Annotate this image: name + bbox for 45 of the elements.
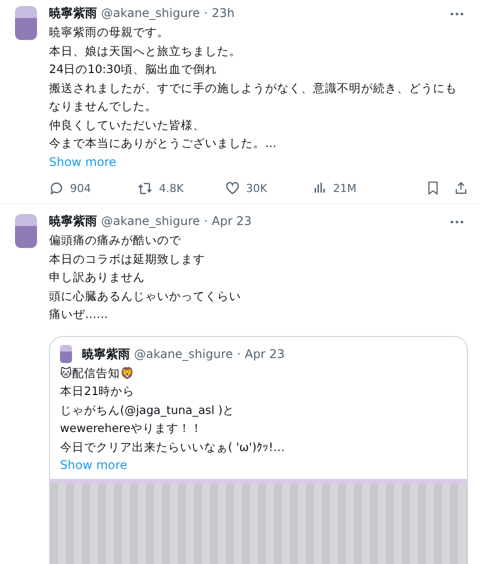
post-time[interactable]: Apr 23: [212, 212, 252, 231]
post-text-line: 24日の10:30頃、脳出血で倒れ: [49, 61, 218, 78]
post-time[interactable]: 23h: [212, 4, 235, 23]
user-name[interactable]: 暁寧紫雨: [82, 344, 130, 364]
post-text-line: 痛いぜ……: [49, 306, 109, 323]
bar-chart-icon[interactable]: [313, 181, 327, 195]
post-text-line: 本日21時から: [60, 383, 136, 400]
post-text-line: 今日でクリア出来たらいいなぁ( 'ω')ｸｯ!…: [60, 438, 286, 456]
separator-dot: ·: [204, 5, 208, 22]
user-name[interactable]: 暁寧紫雨: [49, 4, 97, 23]
retweet-icon[interactable]: [137, 180, 153, 196]
reply-icon[interactable]: [49, 180, 64, 196]
post-text-line: 今まで本当にありがとうございました。…: [49, 135, 278, 152]
more-options-icon[interactable]: [450, 12, 464, 16]
post-text-line: 仲良くしていただいた皆様、: [49, 116, 206, 134]
separator-dot: ·: [236, 346, 241, 362]
post-text-line: 暁寧紫雨の母親です。: [49, 24, 170, 41]
bookmark-icon[interactable]: [426, 180, 440, 196]
more-options-icon[interactable]: [450, 220, 464, 224]
post-text-line: 偏頭痛の痛みが酷いので: [49, 232, 182, 249]
post-text-line: 申し訳ありません: [49, 269, 146, 286]
post-text-line: 頭に心臓あるんじゃいかってくらい: [49, 288, 242, 304]
post-text-line: じゃがちん(@jaga_tuna_asl )と: [60, 402, 236, 419]
quoted-post-card[interactable]: 暁寧紫雨 @akane_shigure · Apr 23 🐱配信告知🦁 本日21時から じゃがちん(@jaga_tuna_asl )と wewerehereやります！！ 今日でクリア出来たらいいなぁ( 'ω')ｸｯ!… Show more: [49, 336, 468, 564]
post-text-line: wewerehereやります！！: [60, 420, 204, 437]
share-icon[interactable]: [454, 180, 468, 196]
avatar-icon[interactable]: [60, 345, 72, 363]
view-count: 21M: [333, 182, 356, 194]
post-text-line: 本日のコラボは延期致します: [49, 250, 206, 268]
separator-dot: ·: [204, 213, 208, 230]
user-handle[interactable]: @akane_shigure: [134, 344, 233, 364]
user-handle[interactable]: @akane_shigure: [101, 212, 200, 231]
user-handle[interactable]: @akane_shigure: [101, 4, 200, 23]
avatar-icon[interactable]: [15, 6, 37, 40]
avatar-icon[interactable]: [15, 214, 37, 248]
reply-count: 904: [70, 182, 91, 194]
post-time[interactable]: Apr 23: [244, 344, 285, 364]
post-text-line: 🐱配信告知🦁: [60, 364, 135, 382]
post-text-line: 本日、娘は天国へと旅立ちました。: [49, 42, 242, 60]
heart-icon[interactable]: [225, 180, 240, 196]
tweet-card[interactable]: 暁寧紫雨 @akane_shigure · 23h 暁寧紫雨の母親です。 本日、娘は天国へと旅立ちました。 24日の10:30頃、脳出血で倒れ 搬送されましたが、すでに手の施しようがなく、意識不明が続き、どうにもなりませんでした。 仲良くしていただいた皆様、 今まで本当にありがとうございました。… Show more 904 4.8K 30K 21M: [0, 0, 480, 204]
retweet-count: 4.8K: [159, 182, 184, 194]
post-text-line: 搬送されましたが、すでに手の施しようがなく、意識不明が続き、どうにもなりませんでした。: [49, 80, 458, 115]
like-count: 30K: [246, 182, 268, 194]
user-name[interactable]: 暁寧紫雨: [49, 212, 97, 231]
